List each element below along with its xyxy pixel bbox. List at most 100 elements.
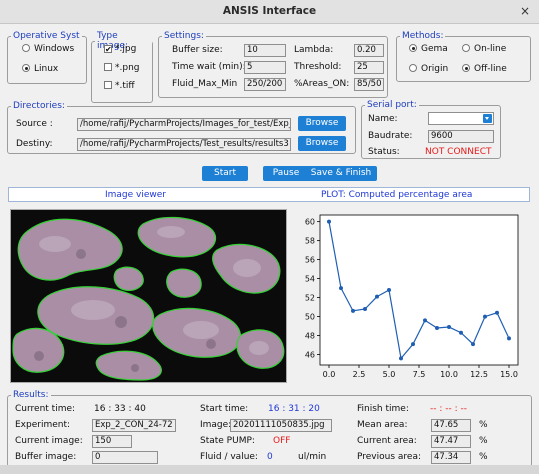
start-button[interactable]: Start [202,166,248,181]
baudrate-label: Baudrate: [368,131,413,141]
destiny-path-field[interactable]: /home/rafij/PycharmProjects/Test_results… [77,138,291,151]
data-point [375,294,379,299]
data-point [483,314,487,319]
checkbox-tiff-box [104,81,112,89]
data-point [435,325,439,330]
radio-offline-indicator [462,64,470,72]
results-legend: Results: [13,390,49,400]
data-point [399,356,403,361]
radio-linux[interactable]: Linux [22,64,58,74]
experiment-label: Experiment: [15,420,71,430]
image-name-label: Image: [200,420,232,430]
fluid-value-label: Fluid / value: [200,452,258,462]
buffer-size-field[interactable]: 10 [244,44,286,57]
checkbox-png-box [104,63,112,71]
data-point [363,306,367,311]
window-title: ANSIS Interface [222,5,317,17]
start-time-label: Start time: [200,404,249,414]
plot-frame [319,214,519,366]
image-viewer-label: Image viewer [105,190,167,200]
fluid-max-min-field[interactable]: 250/200 [244,78,286,91]
finish-time-label: Finish time: [357,404,409,414]
radio-linux-label: Linux [34,64,59,74]
lambda-label: Lambda: [294,45,334,55]
mean-area-field[interactable]: 47.65 [431,419,471,432]
state-pump-label: State PUMP: [200,436,255,446]
radio-online-label: On-line [474,44,507,54]
radio-origin[interactable]: Origin [409,64,448,74]
methods-legend: Methods: [402,31,444,41]
buffer-image-field[interactable]: 0 [92,451,158,464]
methods-group: Methods: [396,31,531,82]
data-point [411,342,415,347]
baudrate-field[interactable]: 9600 [428,130,494,143]
fluid-max-min-label: Fluid_Max_Min [172,79,238,89]
destiny-browse-button[interactable]: Browse [298,136,346,151]
checkbox-jpg-box: ✔ [104,45,112,54]
data-point [459,330,463,335]
microscopy-image [11,210,286,382]
pause-button[interactable]: Pause [263,166,309,181]
previous-area-label: Previous area: [357,452,421,462]
save-and-finish-button[interactable]: Save & Finish [305,166,377,181]
plot-area: 46 48 50 52 54 56 58 60 0.0 2.5 5.0 7.5 10.0 12.5 15.0 [290,205,530,385]
areas-on-field[interactable]: 85/50 [354,78,384,91]
buffer-image-label: Buffer image: [15,452,77,462]
checkbox-png[interactable]: *.png [104,63,140,73]
current-area-label: Current area: [357,436,417,446]
source-label: Source : [16,119,53,129]
x-tick-label: 12.5 [470,370,488,379]
checkbox-png-label: *.png [115,63,140,73]
current-time-label: Current time: [15,404,76,414]
threshold-label: Threshold: [294,62,342,72]
data-point [327,219,331,224]
current-image-field[interactable]: 150 [92,435,132,448]
checkbox-tiff-label: *.tiff [115,81,135,91]
current-area-field[interactable]: 47.47 [431,435,471,448]
radio-offline-label: Off-line [474,64,507,74]
y-tick-label: 60 [305,218,315,227]
radio-linux-indicator [22,64,30,72]
data-point [507,336,511,341]
operative-system-group: Operative Syst [7,31,87,84]
serial-name-select[interactable] [428,112,494,125]
plot-label: PLOT: Computed percentage area [321,190,473,200]
y-tick-label: 52 [305,294,315,303]
lambda-field[interactable]: 0.20 [354,44,384,57]
threshold-field[interactable]: 25 [354,61,384,74]
experiment-field[interactable]: Exp_2_CON_24-72 [92,419,176,432]
directories-legend: Directories: [13,101,65,111]
x-tick-label: 5.0 [383,370,396,379]
checkbox-tiff[interactable]: *.tiff [104,81,135,91]
state-pump-value: OFF [273,436,291,446]
previous-area-field[interactable]: 47.34 [431,451,471,464]
radio-windows-indicator [22,44,30,52]
data-point [471,342,475,347]
data-point [447,325,451,330]
y-tick-label: 58 [305,237,315,246]
serial-status-value: NOT CONNECT [425,147,492,157]
y-tick-label: 50 [305,313,315,322]
fluid-value: 0 [267,452,273,462]
source-browse-button[interactable]: Browse [298,116,346,131]
radio-gema[interactable]: Gema [409,44,448,54]
checkbox-jpg[interactable]: ✔ *.jpg [104,44,136,54]
x-tick-label: 2.5 [353,370,366,379]
chevron-down-icon[interactable] [483,114,492,123]
start-time-value: 16 : 31 : 20 [268,404,320,414]
radio-online[interactable]: On-line [462,44,506,54]
radio-origin-indicator [409,64,417,72]
image-name-field[interactable]: 20201111050835.jpg [230,419,332,432]
checkbox-jpg-label: *.jpg [115,44,137,54]
data-point [351,308,355,313]
time-wait-label: Time wait (min): [172,62,246,72]
time-wait-field[interactable]: 5 [244,61,286,74]
buffer-size-label: Buffer size: [172,45,223,55]
y-tick-label: 56 [305,256,315,265]
source-path-field[interactable]: /home/rafij/PycharmProjects/Images_for_t… [77,118,291,131]
serial-status-label: Status: [368,147,400,157]
close-icon[interactable]: × [520,4,530,18]
radio-windows[interactable]: Windows [22,44,74,54]
x-tick-label: 15.0 [500,370,518,379]
radio-offline[interactable]: Off-line [462,64,507,74]
